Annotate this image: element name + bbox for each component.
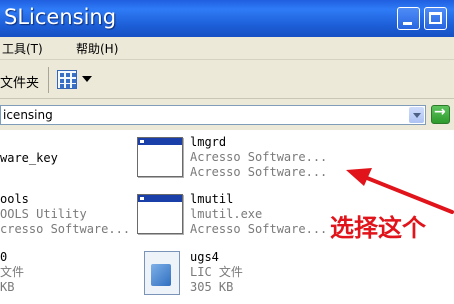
annotation-arrow	[346, 168, 454, 214]
annotation-text: 选择这个	[330, 214, 426, 242]
